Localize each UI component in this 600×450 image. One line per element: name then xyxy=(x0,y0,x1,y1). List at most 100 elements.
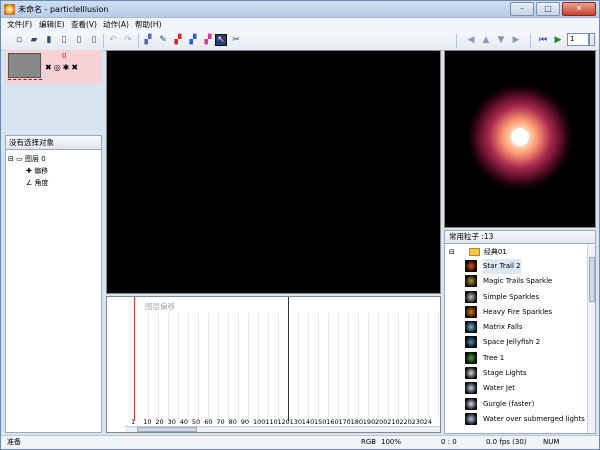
status-ready: 准备 xyxy=(7,438,21,446)
maximize-button[interactable]: □ xyxy=(536,2,560,16)
library-item[interactable]: Matrix Falls xyxy=(463,320,583,335)
status-color-mode: RGB xyxy=(361,438,377,446)
layer-thumbnail[interactable] xyxy=(8,53,41,78)
layer-name: 0 xyxy=(62,52,67,60)
close-button[interactable]: ✕ xyxy=(562,2,596,16)
cut-icon[interactable]: ▯ xyxy=(58,34,70,46)
timeline-scroll-thumb[interactable] xyxy=(137,427,197,432)
flag-navy-icon[interactable]: ▞ xyxy=(187,34,199,46)
library-item[interactable]: Tree 1 xyxy=(463,351,583,366)
timeline-tick-label: 160 xyxy=(326,418,339,426)
particle-thumbnail-icon xyxy=(465,275,477,288)
timeline-tick-label: 200 xyxy=(375,418,388,426)
layer-divider xyxy=(8,79,42,80)
library-item-label: Space Jellyfish 2 xyxy=(483,338,541,347)
timeline-tick-label: 30 xyxy=(167,418,176,426)
flag-pink-icon[interactable]: ▞ xyxy=(202,34,214,46)
particle-thumbnail-icon xyxy=(465,290,477,303)
flag-blue-icon[interactable]: ▞ xyxy=(142,34,154,46)
timeline-ruler: 1 10 20 30 40 50 60 70 80 90 100 110 120 130 140 150 160… xyxy=(107,418,440,426)
up-key-icon[interactable]: ▲ xyxy=(480,34,492,46)
status-num: NUM xyxy=(543,438,560,446)
library-item[interactable]: Star Trail 2 xyxy=(463,259,583,274)
scissors-icon[interactable]: ✂ xyxy=(230,34,242,46)
frame-spinner[interactable] xyxy=(589,33,595,46)
library-list: Star Trail 2 Magic Trails Sparkle Simple S… xyxy=(463,259,585,427)
save-icon[interactable]: ▮ xyxy=(43,34,55,46)
library-item[interactable]: Water Jet xyxy=(463,381,583,396)
library-item[interactable]: Heavy Fire Sparkles xyxy=(463,305,583,320)
menu-view[interactable]: 查看(V) xyxy=(71,19,97,30)
timeline-tick-label: 190 xyxy=(362,418,376,426)
particle-thumbnail-icon xyxy=(465,260,477,272)
select-tool-icon[interactable]: ↖ xyxy=(215,34,227,46)
stage-canvas[interactable] xyxy=(106,50,441,294)
toolbar-separator xyxy=(138,34,139,48)
timeline-panel[interactable]: 图层偏移 1 10 20 30 40 50 60 70 80 90 100 110 120 130 140 1… xyxy=(106,296,441,433)
library-item-label: Magic Trails Sparkle xyxy=(483,277,553,286)
menu-edit[interactable]: 编辑(E) xyxy=(39,19,65,30)
timeline-tick-label: 80 xyxy=(228,418,237,426)
status-bar: 准备 RGB 100% 0 : 0 0.0 fps (30) NUM xyxy=(1,435,599,449)
menu-action[interactable]: 动作(A) xyxy=(103,19,129,30)
library-item-label: Water over submerged lights xyxy=(483,414,585,423)
app-icon xyxy=(4,4,15,15)
timeline-tick-label: 230 xyxy=(411,418,425,426)
timeline-end-marker[interactable] xyxy=(288,297,289,421)
minimize-button[interactable]: – xyxy=(510,2,534,16)
library-item[interactable]: Gurgle (faster) xyxy=(463,397,583,412)
tree-item-angle[interactable]: ∠ 角度 xyxy=(8,177,49,189)
flag-red-icon[interactable]: ▞ xyxy=(172,34,184,46)
tree-item-offset[interactable]: ✚ 偏移 xyxy=(8,165,49,177)
angle-icon: ∠ xyxy=(26,179,33,187)
layer-panel[interactable]: 0 ✖◎✱✖ xyxy=(5,50,102,84)
collapse-icon[interactable]: ⊟ xyxy=(8,155,14,163)
timeline-tick-label: 70 xyxy=(216,418,225,426)
emitter-preview xyxy=(444,50,596,228)
frame-input[interactable]: 1 xyxy=(567,33,589,46)
new-icon[interactable]: ▫ xyxy=(13,34,25,46)
library-title: 常用粒子 :13 xyxy=(445,231,595,244)
timeline-tick-label: 1 xyxy=(131,418,136,426)
timeline-tick-label: 120 xyxy=(277,418,290,426)
copy-icon[interactable]: ▯ xyxy=(73,34,85,46)
library-item[interactable]: Space Jellyfish 2 xyxy=(463,335,583,350)
redo-icon[interactable]: ↷ xyxy=(122,34,134,46)
particle-thumbnail-icon xyxy=(465,397,477,410)
undo-icon[interactable]: ↶ xyxy=(107,34,119,46)
library-folder[interactable]: ⊟ 经典01 xyxy=(449,247,507,257)
library-scrollbar[interactable] xyxy=(587,245,595,433)
prev-key-icon[interactable]: ◀ xyxy=(465,34,477,46)
current-frame-marker[interactable] xyxy=(134,297,135,421)
layer-tool-icons[interactable]: ✖◎✱✖ xyxy=(45,63,80,72)
library-item[interactable]: Magic Trails Sparkle xyxy=(463,274,583,289)
timeline-track-label: 图层偏移 xyxy=(145,302,175,311)
library-scroll-thumb[interactable] xyxy=(589,257,595,302)
timeline-scrollbar[interactable] xyxy=(125,426,440,432)
rewind-icon[interactable]: ⏮ xyxy=(537,34,549,46)
down-key-icon[interactable]: ▼ xyxy=(495,34,507,46)
menu-help[interactable]: 帮助(H) xyxy=(135,19,162,30)
layer-icon: ▭ xyxy=(16,155,23,163)
tree-item-label: 角度 xyxy=(34,179,49,187)
paste-icon[interactable]: ▯ xyxy=(88,34,100,46)
library-item[interactable]: Simple Sparkles xyxy=(463,290,583,305)
library-item-label: Stage Lights xyxy=(483,369,527,378)
open-icon[interactable]: ▰ xyxy=(28,34,40,46)
particle-thumbnail-icon xyxy=(465,367,477,380)
next-key-icon[interactable]: ▶ xyxy=(510,34,522,46)
library-item-label: Gurgle (faster) xyxy=(483,399,535,408)
menu-file[interactable]: 文件(F) xyxy=(7,19,32,30)
library-item[interactable]: Stage Lights xyxy=(463,366,583,381)
particle-thumbnail-icon xyxy=(465,305,477,318)
library-item-label: Tree 1 xyxy=(483,353,505,362)
particle-library: 常用粒子 :13 ⊟ 经典01 Star Trail 2 Magic Trails … xyxy=(444,230,596,434)
particle-thumbnail-icon xyxy=(465,382,477,395)
window-title: 未命名 - particleIllusion xyxy=(18,5,109,14)
collapse-icon[interactable]: ⊟ xyxy=(449,248,455,256)
tree-root[interactable]: ⊟ ▭ 图层 0 xyxy=(8,153,49,165)
pen-icon[interactable]: ✎ xyxy=(157,34,169,46)
timeline-tick-label: 90 xyxy=(240,418,250,426)
play-icon[interactable]: ▶ xyxy=(552,34,564,46)
library-item[interactable]: Water over submerged lights xyxy=(463,412,585,427)
